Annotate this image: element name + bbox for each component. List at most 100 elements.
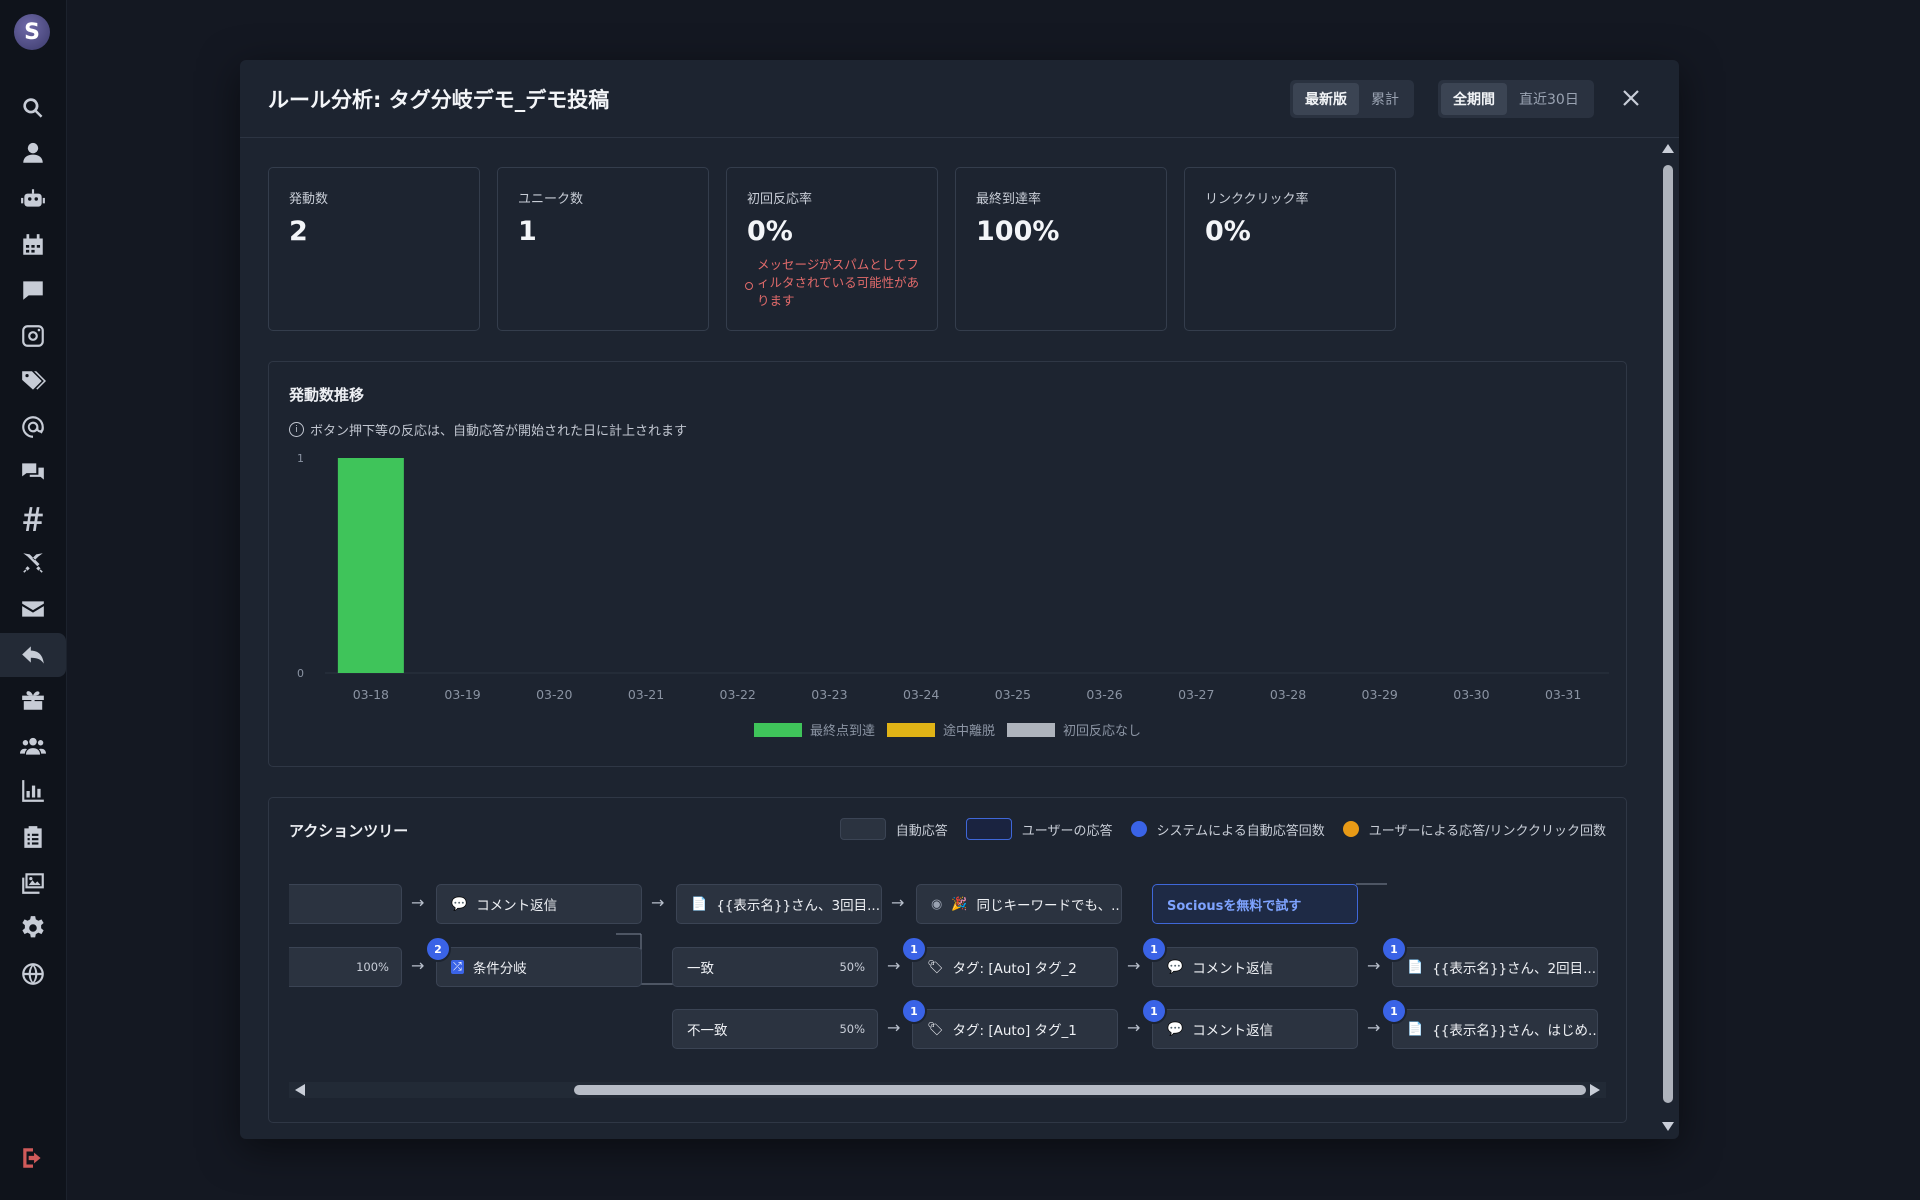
globe-icon[interactable]	[0, 952, 66, 996]
count-badge: 1	[1141, 936, 1167, 962]
node-percent: 50%	[839, 960, 865, 974]
scroll-down-icon[interactable]	[1662, 1122, 1674, 1131]
search-icon[interactable]	[0, 86, 66, 130]
images-icon[interactable]	[0, 861, 66, 905]
x-tick-label: 03-25	[995, 687, 1031, 702]
legend-user-dot	[1342, 821, 1359, 837]
x-tick-label: 03-21	[628, 687, 664, 702]
count-badge: 1	[1141, 998, 1167, 1024]
legend-item[interactable]: 初回反応なし	[1007, 720, 1141, 739]
period-30days-option[interactable]: 直近30日	[1507, 83, 1591, 115]
period-all-option[interactable]: 全期間	[1441, 83, 1507, 115]
spam-warning: メッセージがスパムとしてフィルタされている可能性があります	[745, 256, 923, 310]
gift-icon[interactable]	[0, 678, 66, 722]
cta-label: Sociousを無料で試す	[1167, 898, 1302, 914]
legend-system-label: システムによる自動応答回数	[1156, 823, 1325, 839]
logout-icon[interactable]	[0, 1136, 66, 1180]
button-icon: ◉	[931, 896, 943, 912]
tree-node-nomatch[interactable]: 不一致 50%	[672, 1009, 878, 1049]
x-tick-label: 03-28	[1270, 687, 1306, 702]
instagram-icon[interactable]	[0, 314, 66, 358]
robot-icon[interactable]	[0, 177, 66, 221]
tree-node-message-match[interactable]: 📄 {{表示名}}さん、2回目...	[1392, 947, 1598, 987]
vertical-scrollbar[interactable]	[1661, 140, 1675, 1135]
x-tick-label: 03-29	[1362, 687, 1398, 702]
tree-node-message-nomatch[interactable]: 📄 {{表示名}}さん、はじめ...	[1392, 1009, 1598, 1049]
arrow-icon: →	[891, 893, 905, 912]
scroll-left-icon[interactable]	[295, 1084, 305, 1096]
tree-node-comment-reply[interactable]: 💬 コメント返信	[436, 884, 642, 924]
legend-user-swatch	[965, 818, 1012, 840]
stat-card-link-click: リンククリック率 0%	[1184, 167, 1396, 331]
stat-value: 2	[289, 216, 308, 247]
users-icon[interactable]	[0, 724, 66, 768]
action-tree-title: アクションツリー	[289, 822, 409, 840]
spam-warning-text: メッセージがスパムとしてフィルタされている可能性があります	[757, 257, 920, 308]
at-icon[interactable]	[0, 405, 66, 449]
tree-node-match[interactable]: 一致 50%	[672, 947, 878, 987]
tree-node-same-keyword[interactable]: ◉ 🎉 同じキーワードでも、...	[916, 884, 1122, 924]
trigger-trend-panel: 発動数推移 i ボタン押下等の反応は、自動応答が開始された日に計上されます 0 1…	[268, 361, 1627, 767]
calendar-icon[interactable]	[0, 223, 66, 267]
tree-node-start-row2[interactable]: 100%	[289, 947, 402, 987]
legend-auto-label: 自動応答	[895, 823, 948, 839]
vertical-scroll-thumb[interactable]	[1663, 165, 1673, 1103]
tree-node-tag2[interactable]: 🏷 タグ: [Auto] タグ_2	[912, 947, 1118, 987]
tags-icon[interactable]	[0, 359, 66, 403]
comments-icon[interactable]	[0, 450, 66, 494]
count-badge: 1	[901, 998, 927, 1024]
stat-value: 0%	[1205, 216, 1251, 247]
legend-swatch	[1007, 722, 1055, 737]
comment-icon[interactable]	[0, 268, 66, 312]
horizontal-scrollbar[interactable]	[289, 1082, 1606, 1098]
legend-swatch	[886, 722, 935, 737]
branch-icon: ⤮	[451, 960, 464, 974]
stat-label: リンククリック率	[1205, 192, 1309, 207]
gear-icon[interactable]	[0, 906, 66, 950]
scroll-right-icon[interactable]	[1590, 1084, 1600, 1096]
speech-bubble-icon: 💬	[1167, 1021, 1184, 1037]
legend-label: 最終点到達	[809, 724, 875, 739]
app-logo[interactable]: S	[14, 14, 50, 50]
x-tick-label: 03-20	[536, 687, 572, 702]
chart-note: i ボタン押下等の反応は、自動応答が開始された日に計上されます	[289, 420, 687, 439]
count-badge: 1	[901, 936, 927, 962]
tree-node-tag1[interactable]: 🏷 タグ: [Auto] タグ_1	[912, 1009, 1118, 1049]
chart-icon[interactable]	[0, 769, 66, 813]
version-toggle: 最新版 累計	[1290, 80, 1414, 118]
legend-label: 途中離脱	[942, 724, 995, 739]
trend-chart: 0 1 03-18 03-19 03-20 03-21 03-22 03-23 03-24 03-…	[297, 452, 1609, 702]
legend-system-dot	[1130, 821, 1147, 837]
close-icon[interactable]	[1619, 86, 1643, 110]
tree-node-cta-link[interactable]: Sociousを無料で試す	[1152, 884, 1358, 924]
reply-icon[interactable]	[0, 633, 66, 677]
hashtag-icon[interactable]	[0, 496, 66, 540]
tree-node-branch[interactable]: ⤮ 条件分岐	[436, 947, 642, 987]
sidebar: S	[0, 0, 67, 1200]
stat-card-first-response: 初回反応率 0% メッセージがスパムとしてフィルタされている可能性があります	[726, 167, 938, 331]
tree-node-start-row1[interactable]	[289, 884, 402, 924]
tree-node-message[interactable]: 📄 {{表示名}}さん、3回目...	[676, 884, 882, 924]
node-percent: 100%	[356, 960, 389, 974]
node-label: 条件分岐	[472, 961, 527, 977]
legend-user-count-label: ユーザーによる応答/リンククリック回数	[1368, 823, 1606, 839]
clipboard-icon[interactable]	[0, 815, 66, 859]
version-cumulative-option[interactable]: 累計	[1359, 83, 1411, 115]
arrow-icon: →	[1127, 956, 1141, 975]
tree-node-reply-match[interactable]: 💬 コメント返信	[1152, 947, 1358, 987]
version-latest-option[interactable]: 最新版	[1293, 83, 1359, 115]
rule-analysis-modal: ルール分析: タグ分岐デモ_デモ投稿 最新版 累計 全期間 直近30日 発動数 …	[240, 60, 1679, 1139]
legend-item[interactable]: 途中離脱	[886, 720, 995, 739]
x-tick-label: 03-31	[1545, 687, 1581, 702]
tree-node-reply-nomatch[interactable]: 💬 コメント返信	[1152, 1009, 1358, 1049]
scroll-up-icon[interactable]	[1662, 144, 1674, 153]
user-icon[interactable]	[0, 131, 66, 175]
party-icon: 🎉	[951, 896, 968, 912]
swords-icon[interactable]	[0, 541, 66, 585]
mail-icon[interactable]	[0, 587, 66, 631]
node-label: {{表示名}}さん、3回目...	[716, 898, 881, 914]
horizontal-scroll-thumb[interactable]	[574, 1085, 1586, 1095]
info-icon: i	[289, 422, 304, 437]
legend-item[interactable]: 最終点到達	[753, 720, 875, 739]
stat-label: 初回反応率	[747, 192, 813, 207]
